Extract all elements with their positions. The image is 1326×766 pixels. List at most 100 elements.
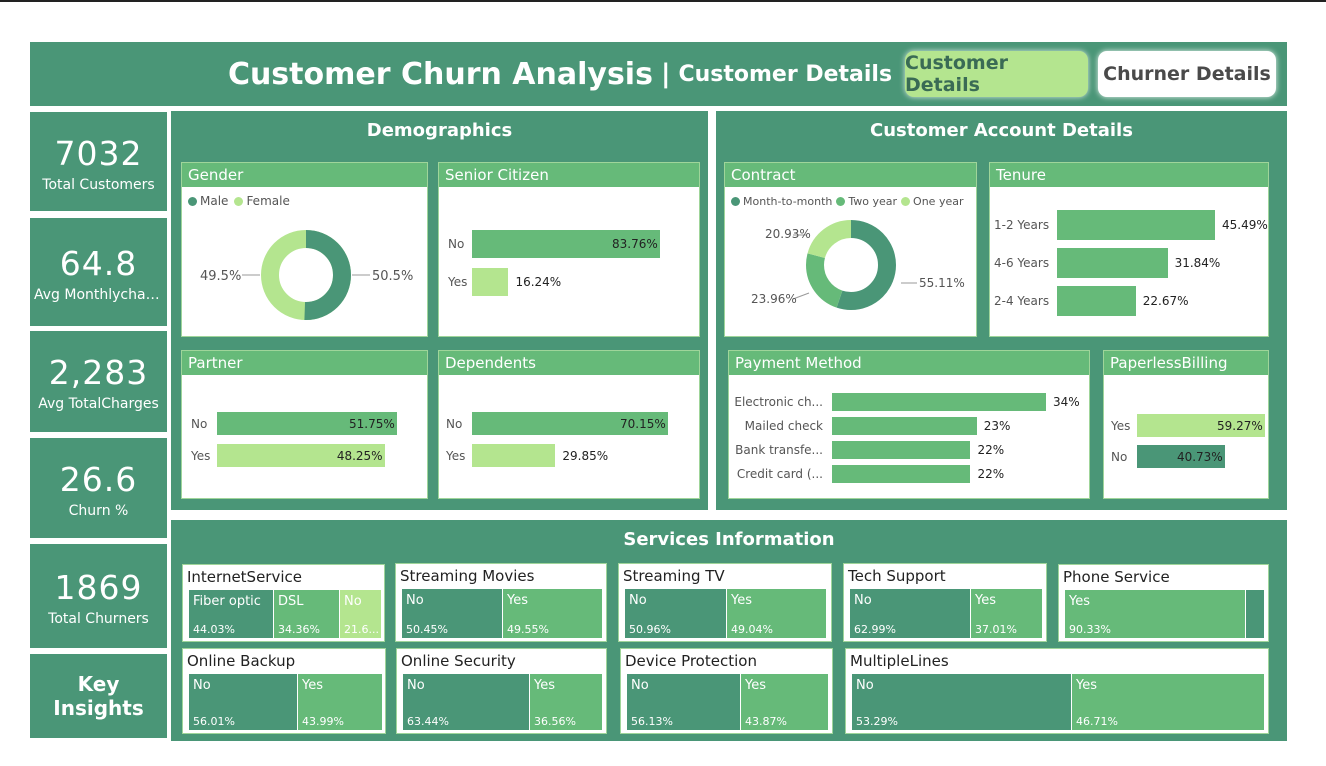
tech-support-card: Tech Support No 62.99% Yes 37.01% <box>843 563 1047 642</box>
treemap-tile-yes: Yes 49.04% <box>727 589 826 638</box>
tile-value: 49.04% <box>731 623 773 636</box>
kpi-value: 64.8 <box>59 244 138 283</box>
tile-value: 49.55% <box>507 623 549 636</box>
streaming-tv-card: Streaming TV No 50.96% Yes 49.04% <box>618 563 832 642</box>
bar-data-label: 31.84% <box>1174 256 1221 270</box>
tile-label: No <box>406 593 424 608</box>
tile-label: Yes <box>745 678 766 693</box>
customer-details-button[interactable]: Customer Details <box>905 51 1088 97</box>
kpi-churn-percent: 26.6 Churn % <box>30 438 167 538</box>
streaming-movies-card: Streaming Movies No 50.45% Yes 49.55% <box>395 563 607 642</box>
kpi-label: Total Churners <box>48 611 149 627</box>
bar-category-label: No <box>191 416 208 431</box>
phone-service-card: Phone Service Yes 90.33% <box>1058 564 1269 642</box>
card-title: Tech Support <box>848 567 946 585</box>
bar-data-label: 40.73% <box>1176 449 1223 464</box>
title-subtitle: Customer Details <box>678 61 893 87</box>
section-title: Demographics <box>366 119 513 141</box>
bar <box>472 268 509 296</box>
treemap-tile-yes: Yes 46.71% <box>1072 674 1264 730</box>
online-security-card: Online Security No 63.44% Yes 36.56% <box>396 648 607 734</box>
bar-data-label: 29.85% <box>562 448 609 463</box>
kpi-value: 7032 <box>54 134 143 173</box>
tile-label: No <box>407 678 425 693</box>
treemap-tile-no: No 50.96% <box>625 589 726 638</box>
tile-value: 21.6... <box>344 623 379 636</box>
title-separator: | <box>660 59 671 89</box>
treemap-tile-no: No 56.01% <box>189 674 297 730</box>
tile-value: 44.03% <box>193 623 235 636</box>
card-title: MultipleLines <box>850 652 949 670</box>
bar-category-label: 2-4 Years <box>994 294 1050 308</box>
paperless-billing-card: PaperlessBilling Yes 59.27% No 40.73% <box>1103 350 1269 499</box>
bar <box>832 465 971 483</box>
device-protection-card: Device Protection No 56.13% Yes 43.87% <box>620 648 833 734</box>
card-title: PaperlessBilling <box>1104 351 1268 375</box>
contract-card: Contract Month-to-month Two year One yea… <box>724 162 977 337</box>
online-backup-card: Online Backup No 56.01% Yes 43.99% <box>182 648 386 734</box>
card-title: Phone Service <box>1063 568 1170 586</box>
bar-category-label: Bank transfe... <box>735 443 823 457</box>
section-title: Services Information <box>623 528 835 550</box>
tile-value: 37.01% <box>975 623 1017 636</box>
gender-donut-chart <box>242 230 370 320</box>
payment-method-card: Payment Method Electronic ch... 34% Mailed… <box>728 350 1090 499</box>
tile-value: 56.13% <box>631 715 673 728</box>
bar-category-label: Credit card (... <box>736 467 823 481</box>
tile-value: 43.99% <box>302 715 344 728</box>
tile-value: 53.29% <box>856 715 898 728</box>
card-title: Device Protection <box>625 652 757 670</box>
tile-value: 50.45% <box>406 623 448 636</box>
tile-value: 90.33% <box>1069 623 1111 636</box>
tile-value: 50.96% <box>629 623 671 636</box>
card-title: Partner <box>182 351 427 375</box>
tile-label: Yes <box>534 678 555 693</box>
treemap-tile-yes: Yes 43.87% <box>741 674 828 730</box>
bar-category-label: 4-6 Years <box>994 256 1050 270</box>
bar-category-label: Yes <box>1111 418 1131 433</box>
treemap-tile-yes: Yes 43.99% <box>298 674 382 730</box>
card-title: Senior Citizen <box>439 163 699 187</box>
bar-data-label: 83.76% <box>612 237 658 251</box>
treemap-tile-yes: Yes 36.56% <box>530 674 602 730</box>
treemap-tile-no: No 50.45% <box>402 589 502 638</box>
data-label-female: 49.5% <box>200 269 242 284</box>
bar <box>1057 248 1168 278</box>
bar-data-label: 45.49% <box>1222 218 1268 232</box>
bar-data-label: 22% <box>977 443 1005 457</box>
tile-value: 43.87% <box>745 715 787 728</box>
tile-label: Fiber optic <box>193 594 261 609</box>
bar <box>1057 210 1215 240</box>
bar <box>832 441 971 459</box>
bar-category-label: No <box>446 416 463 431</box>
bar-category-label: Electronic ch... <box>734 395 823 409</box>
treemap-tile-no: No 53.29% <box>852 674 1071 730</box>
bar-category-label: 1-2 Years <box>994 218 1050 232</box>
tile-value: 46.71% <box>1076 715 1118 728</box>
tile-label: Yes <box>975 593 996 608</box>
card-title: InternetService <box>187 568 302 586</box>
tile-label: No <box>193 678 211 693</box>
bar-data-label: 16.24% <box>515 275 562 289</box>
section-title: Customer Account Details <box>870 119 1133 141</box>
churner-details-button[interactable]: Churner Details <box>1098 51 1276 97</box>
tile-label: Yes <box>507 593 528 608</box>
tile-value: 36.56% <box>534 715 576 728</box>
card-title: Streaming TV <box>623 567 725 585</box>
treemap-tile-yes: Yes 37.01% <box>971 589 1042 638</box>
treemap-tile-no: No 21.6... <box>340 590 381 638</box>
gender-card: Gender Male Female 49.5% 50.5% <box>181 162 428 337</box>
card-title: Gender <box>182 163 427 187</box>
card-title: Tenure <box>990 163 1268 187</box>
tile-value: 34.36% <box>278 623 320 636</box>
tile-label: Yes <box>1069 594 1090 609</box>
contract-donut-chart <box>792 220 917 310</box>
key-insights-button[interactable]: Key Insights <box>30 654 167 738</box>
tile-label: No <box>629 593 647 608</box>
card-title: Online Backup <box>187 652 296 670</box>
tile-label: Yes <box>1076 678 1097 693</box>
kpi-value: 2,283 <box>48 353 149 392</box>
bar <box>832 393 1046 411</box>
card-title: Dependents <box>439 351 699 375</box>
data-label-two-year: 23.96% <box>751 292 797 306</box>
